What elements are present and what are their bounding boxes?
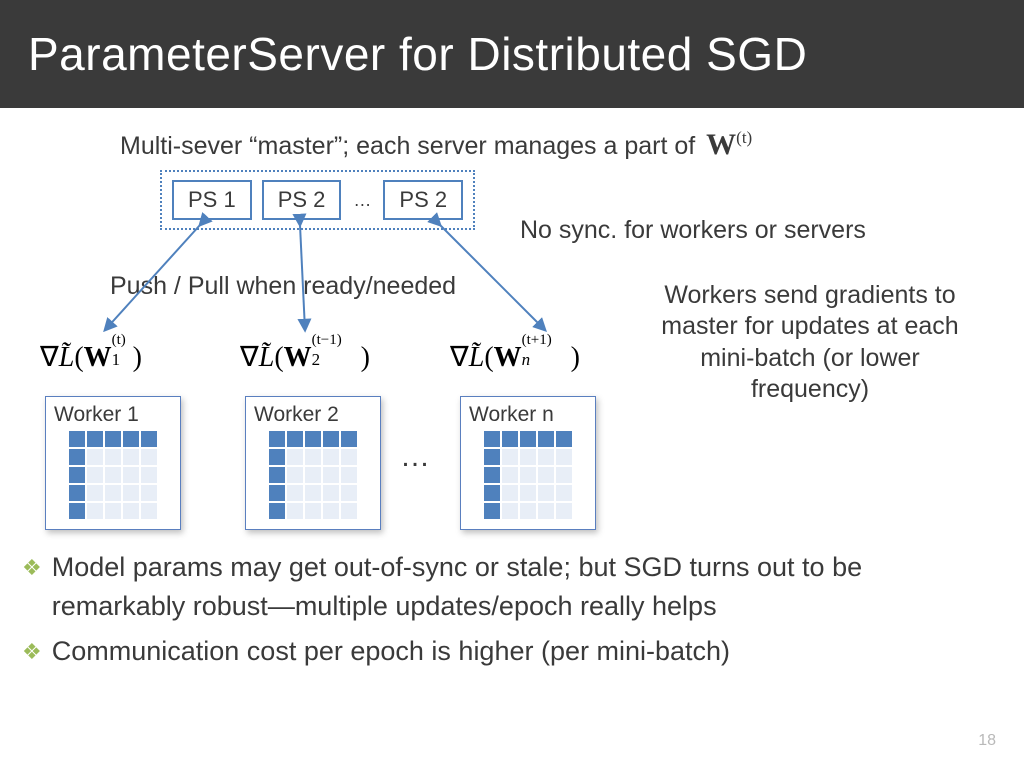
matrix-icon — [54, 431, 172, 519]
gradient-formula-2: ∇L̃(W2(t−1) ) — [240, 340, 370, 374]
ps-ellipsis: … — [351, 190, 373, 211]
ps-box-1: PS 1 — [172, 180, 252, 220]
subtitle-text: Multi-sever “master”; each server manage… — [120, 132, 702, 160]
slide-title: ParameterServer for Distributed SGD — [28, 27, 807, 81]
matrix-icon — [469, 431, 587, 519]
worker-box-1: Worker 1 — [45, 396, 181, 530]
subtitle: Multi-sever “master”; each server manage… — [120, 128, 752, 162]
worker-label: Worker 1 — [54, 403, 172, 427]
worker-box-2: Worker 2 — [245, 396, 381, 530]
bullet-marker-icon: ❖ — [22, 552, 42, 626]
worker-label: Worker n — [469, 403, 587, 427]
bullet-list: ❖ Model params may get out-of-sync or st… — [22, 548, 992, 677]
page-number: 18 — [978, 732, 996, 750]
worker-box-n: Worker n — [460, 396, 596, 530]
note-no-sync: No sync. for workers or servers — [520, 216, 866, 245]
matrix-icon — [254, 431, 372, 519]
bullet-item: ❖ Communication cost per epoch is higher… — [22, 632, 992, 671]
workers-ellipsis: … — [400, 440, 430, 474]
ps-box-2: PS 2 — [262, 180, 342, 220]
bullet-text: Communication cost per epoch is higher (… — [52, 632, 730, 671]
subtitle-math: W(t) — [706, 128, 752, 162]
note-push-pull: Push / Pull when ready/needed — [110, 272, 456, 301]
gradient-formula-1: ∇L̃(W1(t) ) — [40, 340, 142, 374]
gradient-formula-3: ∇L̃(Wn(t+1) ) — [450, 340, 580, 374]
bullet-marker-icon: ❖ — [22, 636, 42, 671]
parameter-server-group: PS 1 PS 2 … PS 2 — [160, 170, 475, 230]
worker-label: Worker 2 — [254, 403, 372, 427]
bullet-item: ❖ Model params may get out-of-sync or st… — [22, 548, 992, 626]
bullet-text: Model params may get out-of-sync or stal… — [52, 548, 992, 626]
ps-box-3: PS 2 — [383, 180, 463, 220]
title-bar: ParameterServer for Distributed SGD — [0, 0, 1024, 108]
note-workers-send: Workers send gradients to master for upd… — [660, 280, 960, 405]
